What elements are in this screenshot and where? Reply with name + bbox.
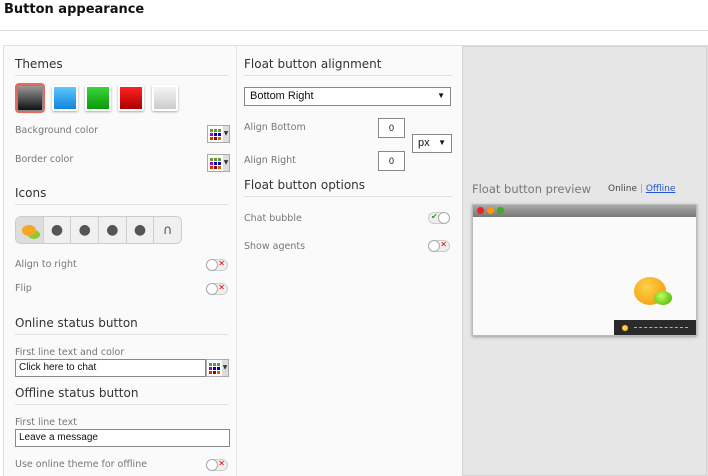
first-line-text-color-label: First line text and color <box>15 347 125 358</box>
unit-select[interactable]: px ▼ <box>412 134 452 153</box>
background-color-picker[interactable]: ▼ <box>207 125 230 143</box>
border-color-picker[interactable]: ▼ <box>207 154 230 172</box>
show-agents-toggle[interactable]: ✕ <box>428 240 450 252</box>
align-bottom-label: Align Bottom <box>244 122 306 133</box>
flip-toggle[interactable]: ✕ <box>206 283 228 295</box>
background-color-label: Background color <box>15 125 99 136</box>
use-online-theme-toggle[interactable]: ✕ <box>206 459 228 471</box>
border-color-label: Border color <box>15 154 74 165</box>
online-preview-link[interactable]: Online <box>608 184 637 194</box>
offline-first-line-label: First line text <box>15 417 77 428</box>
page-title: Button appearance <box>4 2 145 17</box>
themes-heading: Themes <box>15 57 228 76</box>
theme-swatch-green[interactable] <box>85 85 111 111</box>
theme-swatch-red[interactable] <box>118 85 144 111</box>
agent-4-icon[interactable]: ● <box>127 217 155 243</box>
position-value: Bottom Right <box>250 90 314 102</box>
online-first-line-input[interactable]: Click here to chat <box>15 359 206 377</box>
middle-column: Float button alignment Bottom Right ▼ Ali… <box>237 46 459 476</box>
use-online-theme-label: Use online theme for offline <box>15 459 148 470</box>
alignment-heading: Float button alignment <box>244 57 452 76</box>
preview-heading: Float button preview <box>472 182 591 196</box>
preview-window <box>472 204 697 336</box>
online-text-color-picker[interactable]: ▼ <box>206 359 229 377</box>
dropdown-arrow-icon: ▼ <box>438 138 446 147</box>
agent-3-icon[interactable]: ● <box>99 217 127 243</box>
separator: | <box>639 184 643 194</box>
show-agents-label: Show agents <box>244 241 306 252</box>
flip-label: Flip <box>15 283 32 294</box>
settings-panel: Themes Background color ▼ Border color ▼… <box>3 45 708 476</box>
chat-bubble-toggle[interactable]: ✔ <box>428 212 450 224</box>
offline-status-heading: Offline status button <box>15 386 228 405</box>
align-right-input[interactable]: 0 <box>378 151 405 171</box>
icon-selector: ● ● ● ● ∩ <box>15 216 182 244</box>
headset-icon[interactable]: ∩ <box>154 217 181 243</box>
icons-heading: Icons <box>15 186 228 205</box>
offline-preview-link[interactable]: Offline <box>646 184 676 194</box>
position-select[interactable]: Bottom Right ▼ <box>244 87 451 106</box>
preview-status-bar <box>614 320 696 335</box>
unit-value: px <box>418 137 430 149</box>
align-bottom-input[interactable]: 0 <box>378 118 405 138</box>
agent-1-icon[interactable]: ● <box>44 217 72 243</box>
chat-bubbles-icon[interactable] <box>16 217 44 243</box>
divider <box>0 30 708 31</box>
options-heading: Float button options <box>244 178 452 197</box>
preview-column: Float button preview Online | Offline <box>462 46 707 476</box>
theme-swatch-black[interactable] <box>15 83 45 113</box>
chat-bubble-label: Chat bubble <box>244 213 302 224</box>
green-bubble-icon <box>654 291 672 305</box>
theme-swatch-gray[interactable] <box>152 85 178 111</box>
dropdown-arrow-icon: ▼ <box>437 91 445 100</box>
offline-first-line-input[interactable]: Leave a message <box>15 429 230 447</box>
align-right-offset-label: Align Right <box>244 155 296 166</box>
agent-2-icon[interactable]: ● <box>71 217 100 243</box>
align-right-label: Align to right <box>15 259 77 270</box>
online-status-heading: Online status button <box>15 316 228 335</box>
theme-swatch-blue[interactable] <box>52 85 78 111</box>
window-titlebar <box>473 205 696 217</box>
align-right-toggle[interactable]: ✕ <box>206 259 228 271</box>
left-column: Themes Background color ▼ Border color ▼… <box>4 46 237 476</box>
